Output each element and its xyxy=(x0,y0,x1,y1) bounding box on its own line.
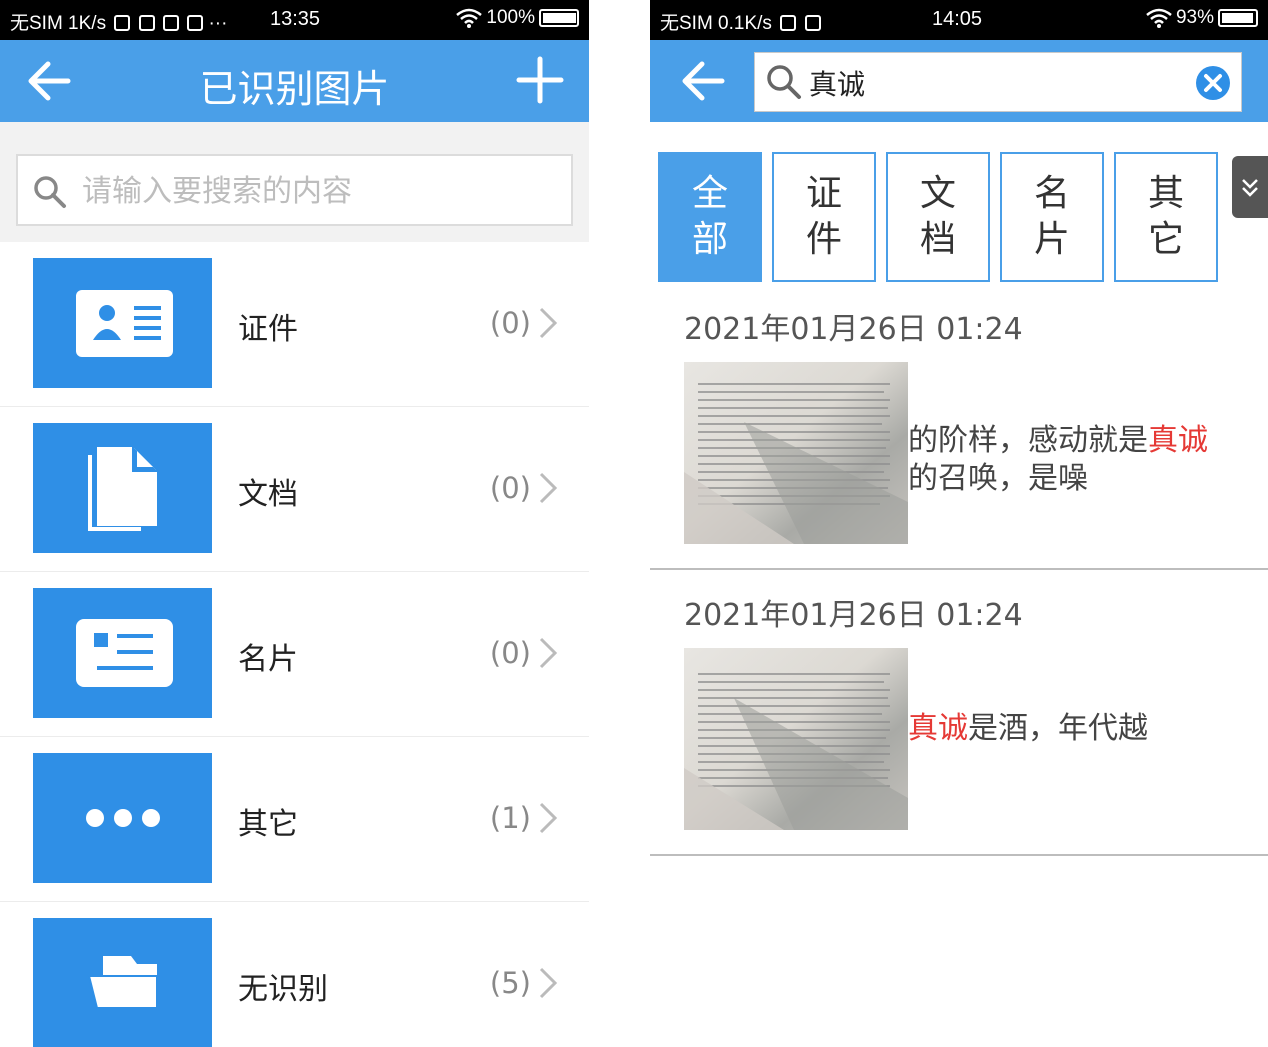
status-right: 93% xyxy=(1146,7,1258,29)
result-snippet: 的阶样，感动就是真诚 的召唤，是噪 xyxy=(908,422,1248,498)
snippet-text: 是酒，年代越 xyxy=(968,711,1148,746)
business-card-icon xyxy=(33,588,212,718)
left-screen: 无SIM 1K/s ··· 13:35 100% 已识别图片 请输入要搜索的内容… xyxy=(0,0,589,1047)
notification-icon xyxy=(162,15,179,31)
status-bar: 无SIM 0.1K/s 14:05 93% xyxy=(650,0,1268,40)
tab-other[interactable]: 其它 xyxy=(1114,152,1218,282)
search-icon xyxy=(767,65,801,99)
wifi-icon xyxy=(456,8,483,28)
category-row-unrecognized[interactable]: 无识别 (5) xyxy=(0,902,589,1047)
carrier-text: 无SIM 0.1K/s xyxy=(660,13,772,34)
carrier-text: 无SIM 1K/s xyxy=(10,13,107,34)
category-label: 无识别 xyxy=(238,972,328,1007)
chevron-right-icon xyxy=(539,307,558,339)
category-row-id[interactable]: 证件 (0) xyxy=(0,242,589,407)
filter-tabs: 全部 证件 文档 名片 其它 xyxy=(658,152,1218,282)
search-header xyxy=(650,40,1268,122)
category-label: 证件 xyxy=(238,312,298,347)
snippet-highlight: 真诚 xyxy=(1148,423,1208,458)
tab-document[interactable]: 文档 xyxy=(886,152,990,282)
result-snippet: 真诚是酒，年代越 xyxy=(908,710,1248,748)
battery-icon xyxy=(1218,9,1258,27)
category-list: 证件 (0) 文档 (0) 名片 (0) 其它 (1) 无识别 (5) xyxy=(0,242,589,1047)
notification-icon xyxy=(114,15,131,31)
wifi-icon xyxy=(1146,8,1172,28)
document-icon xyxy=(33,423,212,553)
result-thumbnail xyxy=(684,362,908,544)
category-row-document[interactable]: 文档 (0) xyxy=(0,407,589,572)
result-item[interactable]: 2021年01月26日 01:24 的阶样，感动就是真诚 的召唤，是噪 xyxy=(650,284,1268,570)
search-icon xyxy=(34,176,66,208)
status-left: 无SIM 0.1K/s xyxy=(660,8,821,35)
search-input[interactable] xyxy=(809,61,1189,105)
category-label: 其它 xyxy=(238,807,298,842)
mail-icon xyxy=(187,15,204,31)
document-photo xyxy=(684,383,908,544)
category-label: 文档 xyxy=(238,477,298,512)
tab-card[interactable]: 名片 xyxy=(1000,152,1104,282)
search-box[interactable] xyxy=(16,154,573,226)
snippet-text: 的召唤，是噪 xyxy=(908,461,1088,496)
double-chevron-down-icon xyxy=(1242,179,1258,197)
search-input[interactable] xyxy=(82,166,552,216)
category-count: (0) xyxy=(489,471,531,505)
clock: 14:05 xyxy=(932,8,983,30)
snippet-text: 的阶样，感动就是 xyxy=(908,423,1148,458)
document-photo xyxy=(684,673,908,830)
chevron-right-icon xyxy=(539,967,558,999)
clear-icon[interactable] xyxy=(1195,65,1231,101)
result-date: 2021年01月26日 01:24 xyxy=(684,312,1023,347)
app-header: 已识别图片 xyxy=(0,40,589,122)
chevron-right-icon xyxy=(539,637,558,669)
category-row-card[interactable]: 名片 (0) xyxy=(0,572,589,737)
notification-icon xyxy=(138,15,155,31)
notification-icon xyxy=(780,15,797,31)
category-count: (0) xyxy=(489,306,531,340)
category-count: (5) xyxy=(489,966,531,1000)
more-dots-icon xyxy=(33,753,212,883)
status-left: 无SIM 1K/s ··· xyxy=(10,8,227,35)
chevron-right-icon xyxy=(539,802,558,834)
result-date: 2021年01月26日 01:24 xyxy=(684,598,1023,633)
right-screen: 无SIM 0.1K/s 14:05 93% 真诚 全部 证件 文档 名片 其它 … xyxy=(650,0,1268,1047)
status-bar: 无SIM 1K/s ··· 13:35 100% xyxy=(0,0,589,40)
plus-icon[interactable] xyxy=(515,55,565,105)
category-label: 名片 xyxy=(238,642,298,677)
page-title: 已识别图片 xyxy=(199,67,390,111)
id-card-icon xyxy=(33,258,212,388)
category-count: (1) xyxy=(489,801,531,835)
battery-percent: 100% xyxy=(486,7,535,28)
battery-percent: 93% xyxy=(1175,7,1214,28)
tab-all[interactable]: 全部 xyxy=(658,152,762,282)
battery-icon xyxy=(539,9,579,27)
notification-icon xyxy=(804,15,821,31)
expand-tabs-button[interactable] xyxy=(1232,156,1268,218)
result-item[interactable]: 2021年01月26日 01:24 真诚是酒，年代越 xyxy=(650,570,1268,856)
result-thumbnail xyxy=(684,648,908,830)
chevron-right-icon xyxy=(539,472,558,504)
search-box[interactable] xyxy=(754,52,1242,112)
more-notifications: ··· xyxy=(208,13,228,34)
folder-icon xyxy=(33,918,212,1047)
arrow-left-icon[interactable] xyxy=(674,51,734,111)
snippet-highlight: 真诚 xyxy=(908,711,968,746)
category-row-other[interactable]: 其它 (1) xyxy=(0,737,589,902)
status-right: 100% xyxy=(456,7,579,29)
category-count: (0) xyxy=(489,636,531,670)
tab-id[interactable]: 证件 xyxy=(772,152,876,282)
clock: 13:35 xyxy=(270,8,321,30)
search-section xyxy=(0,122,589,242)
